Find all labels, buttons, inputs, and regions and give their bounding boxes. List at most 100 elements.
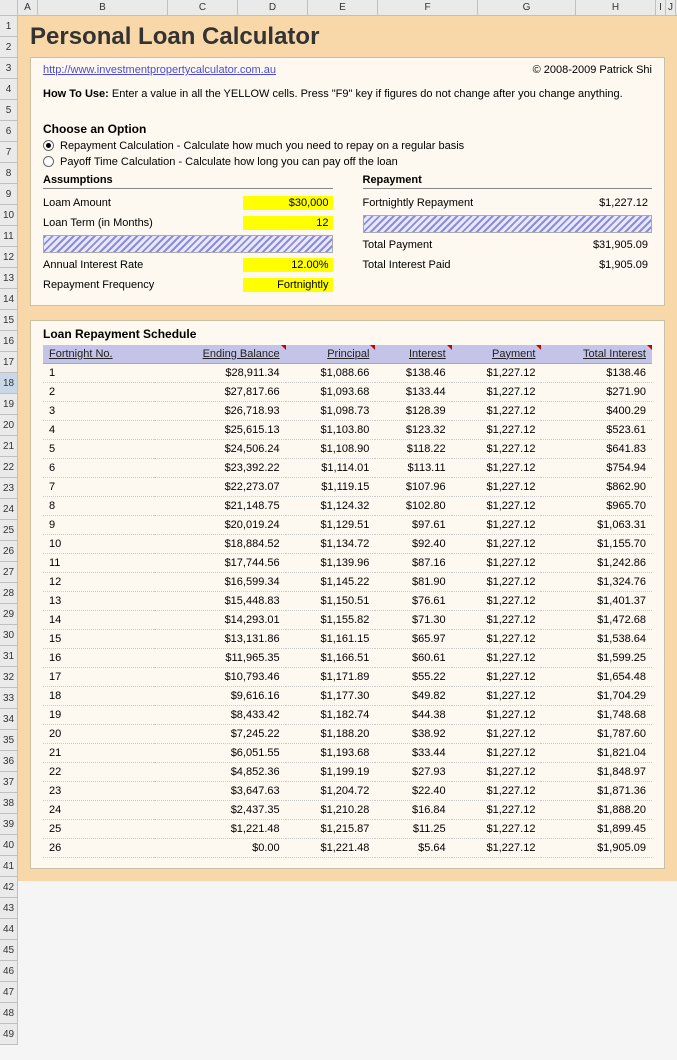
table-row: 19$8,433.42$1,182.74$44.38$1,227.12$1,74… bbox=[43, 705, 652, 724]
col-header[interactable]: D bbox=[238, 0, 308, 15]
row-header[interactable]: 17 bbox=[0, 352, 18, 373]
row-header[interactable]: 18 bbox=[0, 373, 18, 394]
fort-repay-value: $1,227.12 bbox=[562, 196, 652, 210]
col-header[interactable]: C bbox=[168, 0, 238, 15]
freq-input[interactable]: Fortnightly bbox=[243, 278, 333, 292]
table-row: 7$22,273.07$1,119.15$107.96$1,227.12$862… bbox=[43, 477, 652, 496]
row-header[interactable]: 25 bbox=[0, 520, 18, 541]
table-row: 15$13,131.86$1,161.15$65.97$1,227.12$1,5… bbox=[43, 629, 652, 648]
option-payoff[interactable]: Payoff Time Calculation - Calculate how … bbox=[43, 156, 652, 168]
table-row: 22$4,852.36$1,199.19$27.93$1,227.12$1,84… bbox=[43, 762, 652, 781]
row-header[interactable]: 14 bbox=[0, 289, 18, 310]
row-header[interactable]: 4 bbox=[0, 79, 18, 100]
row-header[interactable]: 21 bbox=[0, 436, 18, 457]
row-headers: 1234567891011121314151617181920212223242… bbox=[0, 16, 18, 1045]
row-header[interactable]: 28 bbox=[0, 583, 18, 604]
col-header[interactable]: J bbox=[666, 0, 676, 15]
copyright: © 2008-2009 Patrick Shi bbox=[533, 64, 652, 76]
col-header[interactable]: F bbox=[378, 0, 478, 15]
row-header[interactable]: 39 bbox=[0, 814, 18, 835]
row-header[interactable]: 16 bbox=[0, 331, 18, 352]
table-row: 21$6,051.55$1,193.68$33.44$1,227.12$1,82… bbox=[43, 743, 652, 762]
col-header[interactable]: A bbox=[18, 0, 38, 15]
row-header[interactable]: 23 bbox=[0, 478, 18, 499]
row-header[interactable]: 27 bbox=[0, 562, 18, 583]
table-row: 14$14,293.01$1,155.82$71.30$1,227.12$1,4… bbox=[43, 610, 652, 629]
page-title: Personal Loan Calculator bbox=[30, 21, 665, 55]
row-header[interactable]: 10 bbox=[0, 205, 18, 226]
loan-term-input[interactable]: 12 bbox=[243, 216, 333, 230]
schedule-panel: Loan Repayment Schedule Fortnight No.End… bbox=[30, 320, 665, 869]
row-header[interactable]: 31 bbox=[0, 646, 18, 667]
row-header[interactable]: 44 bbox=[0, 919, 18, 940]
row-header[interactable]: 11 bbox=[0, 226, 18, 247]
row-header[interactable]: 26 bbox=[0, 541, 18, 562]
annual-rate-input[interactable]: 12.00% bbox=[243, 258, 333, 272]
table-row: 11$17,744.56$1,139.96$87.16$1,227.12$1,2… bbox=[43, 553, 652, 572]
row-header[interactable]: 22 bbox=[0, 457, 18, 478]
fort-repay-label: Fortnightly Repayment bbox=[363, 197, 474, 209]
row-header[interactable]: 9 bbox=[0, 184, 18, 205]
table-row: 13$15,448.83$1,150.51$76.61$1,227.12$1,4… bbox=[43, 591, 652, 610]
sched-col-header: Interest bbox=[375, 345, 451, 364]
row-header[interactable]: 42 bbox=[0, 877, 18, 898]
row-header[interactable]: 7 bbox=[0, 142, 18, 163]
row-header[interactable]: 48 bbox=[0, 1003, 18, 1024]
option-repayment[interactable]: Repayment Calculation - Calculate how mu… bbox=[43, 140, 652, 152]
table-row: 18$9,616.16$1,177.30$49.82$1,227.12$1,70… bbox=[43, 686, 652, 705]
row-header[interactable]: 6 bbox=[0, 121, 18, 142]
row-header[interactable]: 3 bbox=[0, 58, 18, 79]
row-header[interactable]: 1 bbox=[0, 16, 18, 37]
row-header[interactable]: 2 bbox=[0, 37, 18, 58]
sched-col-header: Total Interest bbox=[541, 345, 652, 364]
table-row: 16$11,965.35$1,166.51$60.61$1,227.12$1,5… bbox=[43, 648, 652, 667]
row-header[interactable]: 49 bbox=[0, 1024, 18, 1045]
row-header[interactable]: 45 bbox=[0, 940, 18, 961]
col-header[interactable]: E bbox=[308, 0, 378, 15]
row-header[interactable]: 41 bbox=[0, 856, 18, 877]
table-row: 2$27,817.66$1,093.68$133.44$1,227.12$271… bbox=[43, 382, 652, 401]
row-header[interactable]: 8 bbox=[0, 163, 18, 184]
row-header[interactable]: 37 bbox=[0, 772, 18, 793]
row-header[interactable]: 19 bbox=[0, 394, 18, 415]
sched-col-header: Fortnight No. bbox=[43, 345, 154, 364]
row-header[interactable]: 34 bbox=[0, 709, 18, 730]
row-header[interactable]: 43 bbox=[0, 898, 18, 919]
table-row: 4$25,615.13$1,103.80$123.32$1,227.12$523… bbox=[43, 420, 652, 439]
column-headers: ABCDEFGHIJ bbox=[0, 0, 677, 16]
row-header[interactable]: 40 bbox=[0, 835, 18, 856]
total-int-label: Total Interest Paid bbox=[363, 259, 451, 271]
col-header[interactable]: I bbox=[656, 0, 666, 15]
table-row: 3$26,718.93$1,098.73$128.39$1,227.12$400… bbox=[43, 401, 652, 420]
table-row: 6$23,392.22$1,114.01$113.11$1,227.12$754… bbox=[43, 458, 652, 477]
row-header[interactable]: 36 bbox=[0, 751, 18, 772]
row-header[interactable]: 30 bbox=[0, 625, 18, 646]
loan-amount-input[interactable]: $30,000 bbox=[243, 196, 333, 210]
sched-col-header: Principal bbox=[286, 345, 376, 364]
row-header[interactable]: 33 bbox=[0, 688, 18, 709]
col-header[interactable]: B bbox=[38, 0, 168, 15]
row-header[interactable]: 38 bbox=[0, 793, 18, 814]
row-header[interactable]: 32 bbox=[0, 667, 18, 688]
row-header[interactable]: 13 bbox=[0, 268, 18, 289]
row-header[interactable]: 29 bbox=[0, 604, 18, 625]
col-header[interactable]: H bbox=[576, 0, 656, 15]
col-header[interactable]: G bbox=[478, 0, 576, 15]
table-row: 20$7,245.22$1,188.20$38.92$1,227.12$1,78… bbox=[43, 724, 652, 743]
row-header[interactable]: 20 bbox=[0, 415, 18, 436]
loan-term-label: Loan Term (in Months) bbox=[43, 217, 153, 229]
table-row: 12$16,599.34$1,145.22$81.90$1,227.12$1,3… bbox=[43, 572, 652, 591]
row-header[interactable]: 15 bbox=[0, 310, 18, 331]
table-row: 8$21,148.75$1,124.32$102.80$1,227.12$965… bbox=[43, 496, 652, 515]
row-header[interactable]: 5 bbox=[0, 100, 18, 121]
sched-col-header: Payment bbox=[452, 345, 542, 364]
row-header[interactable]: 46 bbox=[0, 961, 18, 982]
row-header[interactable]: 24 bbox=[0, 499, 18, 520]
freq-label: Repayment Frequency bbox=[43, 279, 154, 291]
row-header[interactable]: 35 bbox=[0, 730, 18, 751]
repayment-head: Repayment bbox=[363, 174, 653, 189]
row-header[interactable]: 47 bbox=[0, 982, 18, 1003]
source-link[interactable]: http://www.investmentpropertycalculator.… bbox=[43, 64, 276, 76]
row-header[interactable]: 12 bbox=[0, 247, 18, 268]
table-row: 26$0.00$1,221.48$5.64$1,227.12$1,905.09 bbox=[43, 838, 652, 857]
